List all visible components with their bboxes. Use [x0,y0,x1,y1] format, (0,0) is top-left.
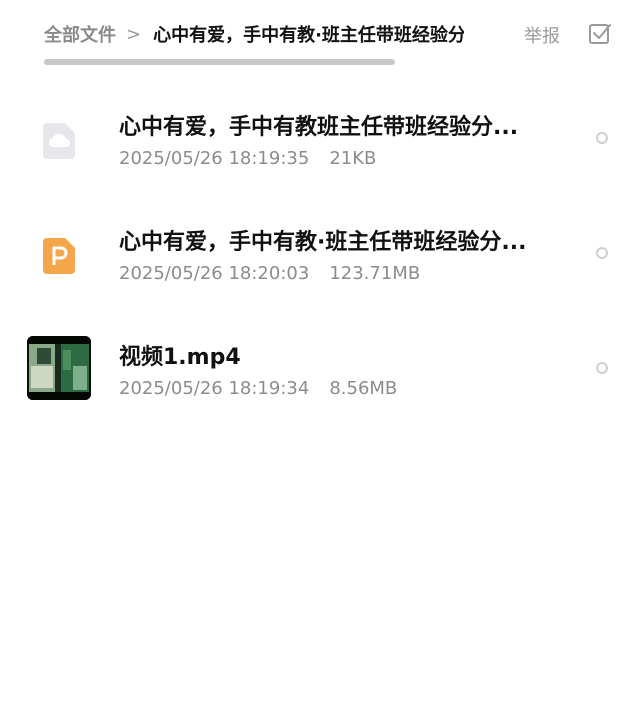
file-size: 123.71MB [329,263,421,284]
file-size: 21KB [329,148,377,169]
file-meta: 2025/05/26 18:20:03 123.71MB [119,263,420,284]
file-name: 视频1.mp4 [119,345,241,370]
file-meta: 2025/05/26 18:19:34 8.56MB [119,378,397,399]
file-row[interactable]: 视频1.mp4 2025/05/26 18:19:34 8.56MB [0,313,640,428]
file-list: 心中有爱，手中有教班主任带班经验分... 2025/05/26 18:19:35… [0,83,640,428]
file-name: 心中有爱，手中有教·班主任带班经验分... [119,230,527,255]
file-size: 8.56MB [329,378,398,399]
top-bar: 全部文件 > 心中有爱，手中有教·班主任带班经验分享 举报 [0,0,640,70]
multi-select-checkbox-icon[interactable] [588,22,612,46]
report-button[interactable]: 举报 [524,22,560,48]
file-date: 2025/05/26 18:20:03 [119,263,310,284]
breadcrumb-root[interactable]: 全部文件 [44,21,116,47]
breadcrumb-current-folder: 心中有爱，手中有教·班主任带班经验分享 [153,25,464,46]
file-date: 2025/05/26 18:19:35 [119,148,310,169]
video-thumbnail [27,336,91,400]
file-meta: 2025/05/26 18:19:35 21KB [119,148,376,169]
breadcrumb-scroll-indicator [44,59,395,65]
file-row[interactable]: 心中有爱，手中有教·班主任带班经验分... 2025/05/26 18:20:0… [0,198,640,313]
breadcrumb: 全部文件 > 心中有爱，手中有教·班主任带班经验分享 [44,20,464,48]
file-date: 2025/05/26 18:19:34 [119,378,310,399]
file-name: 心中有爱，手中有教班主任带班经验分... [119,115,519,140]
ppt-file-icon [43,238,75,274]
select-radio[interactable] [596,247,608,259]
breadcrumb-separator: > [126,23,142,45]
select-radio[interactable] [596,132,608,144]
cloud-file-icon [43,123,75,159]
file-row[interactable]: 心中有爱，手中有教班主任带班经验分... 2025/05/26 18:19:35… [0,83,640,198]
select-radio[interactable] [596,362,608,374]
